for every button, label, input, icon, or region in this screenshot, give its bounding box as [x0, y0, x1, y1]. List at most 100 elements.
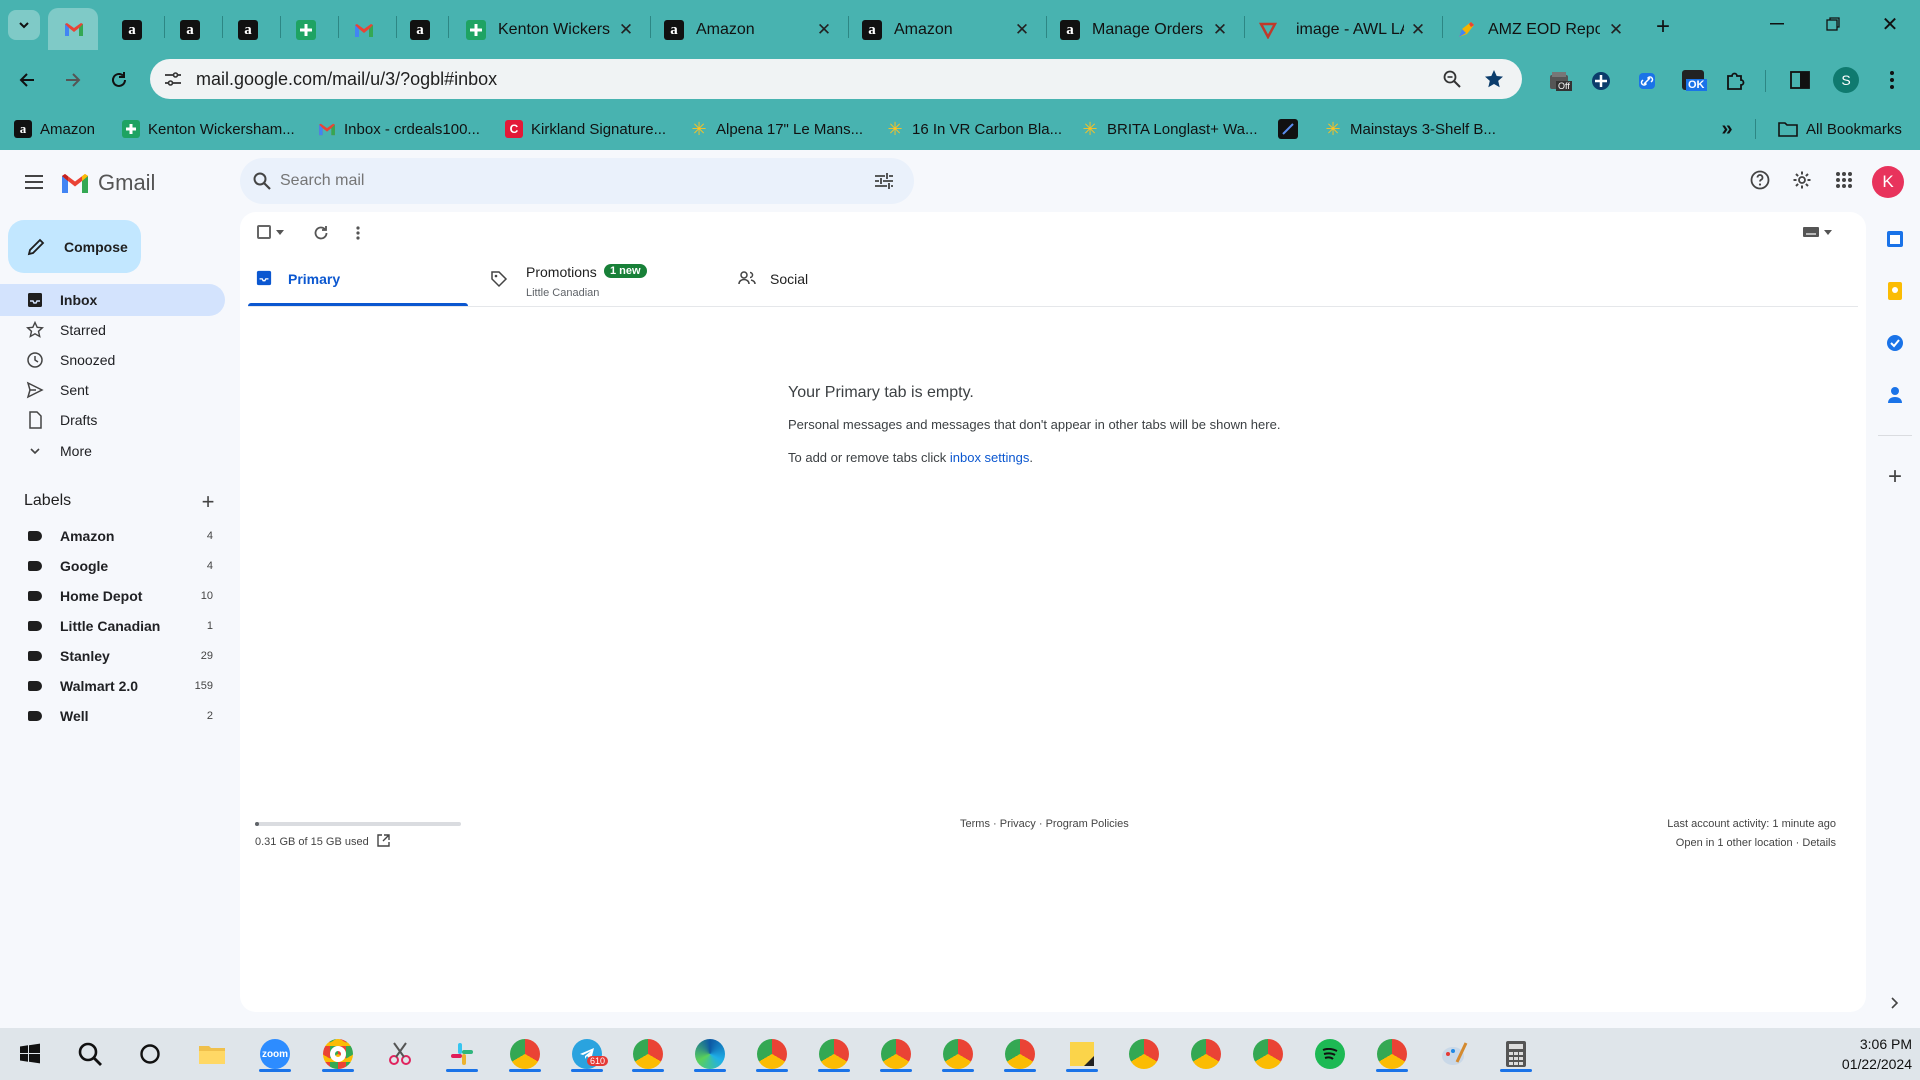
restore-icon[interactable]: [1818, 12, 1848, 36]
label-little-canadian[interactable]: Little Canadian 1: [0, 611, 225, 641]
tab-amazon-b[interactable]: a Amazon ✕: [854, 10, 1044, 50]
chrome-profile-icon-7[interactable]: [1000, 1036, 1040, 1072]
support-icon[interactable]: [1746, 166, 1774, 194]
bookmark-vr-carbon[interactable]: ✳ 16 In VR Carbon Bla...: [886, 117, 1062, 141]
bookmark-mainstays[interactable]: ✳ Mainstays 3-Shelf B...: [1324, 117, 1495, 141]
chrome-profile-icon[interactable]: [505, 1036, 545, 1072]
slack-icon[interactable]: [442, 1036, 482, 1072]
taskbar-clock[interactable]: 3:06 PM 01/22/2024: [1842, 1034, 1912, 1074]
hide-side-panel-icon[interactable]: [1884, 992, 1906, 1014]
tab-search-dropdown-icon[interactable]: [8, 10, 40, 40]
tab-promotions[interactable]: Promotions 1 new Little Canadian: [476, 250, 716, 306]
calculator-icon[interactable]: [1496, 1036, 1536, 1072]
tab-manage-orders[interactable]: a Manage Orders ✕: [1052, 10, 1242, 50]
chrome-profile-icon-5[interactable]: [876, 1036, 916, 1072]
back-icon[interactable]: [12, 66, 42, 94]
label-walmart[interactable]: Walmart 2.0 159: [0, 671, 225, 701]
compose-button[interactable]: Compose: [8, 220, 141, 273]
apps-grid-icon[interactable]: [1830, 166, 1858, 194]
nav-drafts[interactable]: Drafts: [0, 404, 225, 436]
tab-gmail-2[interactable]: [354, 10, 374, 50]
cortana-icon[interactable]: [130, 1036, 170, 1072]
bookmark-brita[interactable]: ✳ BRITA Longlast+ Wa...: [1081, 117, 1257, 141]
telegram-icon[interactable]: 610: [567, 1036, 609, 1072]
nav-snoozed[interactable]: Snoozed: [0, 344, 225, 376]
sticky-notes-icon[interactable]: [1062, 1036, 1102, 1072]
file-explorer-icon[interactable]: [192, 1036, 232, 1072]
add-label-icon[interactable]: +: [196, 489, 220, 514]
nav-starred[interactable]: Starred: [0, 314, 225, 346]
privacy-link[interactable]: Privacy: [1000, 818, 1036, 830]
select-dropdown-icon[interactable]: [275, 226, 285, 238]
label-amazon[interactable]: Amazon 4: [0, 521, 225, 551]
spotify-icon[interactable]: [1310, 1036, 1350, 1072]
chrome-profile-icon-6[interactable]: [938, 1036, 978, 1072]
nav-sent[interactable]: Sent: [0, 374, 225, 406]
select-all-checkbox[interactable]: [257, 225, 271, 239]
main-menu-icon[interactable]: [18, 166, 50, 198]
chrome-profile-icon-2[interactable]: [628, 1036, 668, 1072]
chrome-profile-icon-3[interactable]: [752, 1036, 792, 1072]
label-home-depot[interactable]: Home Depot 10: [0, 581, 225, 611]
bookmark-star-icon[interactable]: [1482, 67, 1506, 91]
tab-gmail-active[interactable]: [48, 8, 98, 50]
bookmark-amazon[interactable]: a Amazon: [14, 117, 95, 141]
site-info-icon[interactable]: [162, 69, 184, 89]
bookmarks-overflow-icon[interactable]: »: [1716, 118, 1738, 140]
label-stanley[interactable]: Stanley 29: [0, 641, 225, 671]
label-google[interactable]: Google 4: [0, 551, 225, 581]
chrome-profile-icon-4[interactable]: [814, 1036, 854, 1072]
details-link[interactable]: Details: [1802, 837, 1836, 849]
tab-amazon-3[interactable]: a: [238, 10, 258, 50]
snipping-tool-icon[interactable]: [380, 1036, 420, 1072]
tab-kenton[interactable]: Kenton Wickersh ✕: [458, 10, 648, 50]
close-tab-icon[interactable]: ✕: [1210, 20, 1230, 40]
tab-primary[interactable]: Primary: [248, 250, 468, 306]
tab-sheets-1[interactable]: [296, 10, 316, 50]
tab-amz-eod[interactable]: AMZ EOD Repor ✕: [1448, 10, 1638, 50]
chrome-profile-icon-10[interactable]: [1248, 1036, 1288, 1072]
paint-icon[interactable]: [1434, 1036, 1474, 1072]
tab-awl-image[interactable]: image - AWL LA ✕: [1250, 10, 1440, 50]
chrome-icon[interactable]: [318, 1036, 358, 1072]
search-bar[interactable]: [240, 158, 914, 204]
side-panel-icon[interactable]: [1786, 66, 1814, 94]
nav-inbox[interactable]: Inbox: [0, 284, 225, 316]
bookmark-alpena[interactable]: ✳ Alpena 17" Le Mans...: [690, 117, 863, 141]
bookmark-kirkland[interactable]: C Kirkland Signature...: [505, 117, 666, 141]
bookmark-inbox[interactable]: Inbox - crdeals100...: [318, 117, 480, 141]
browser-menu-icon[interactable]: [1882, 66, 1902, 94]
tab-social[interactable]: Social: [724, 250, 944, 306]
extensions-puzzle-icon[interactable]: [1722, 66, 1750, 94]
chrome-profile-icon-11[interactable]: [1372, 1036, 1412, 1072]
refresh-icon[interactable]: [310, 222, 332, 244]
search-options-icon[interactable]: [872, 169, 896, 193]
extension-off-icon[interactable]: Off: [1546, 67, 1574, 95]
tab-amazon-2[interactable]: a: [180, 10, 200, 50]
contacts-icon[interactable]: [1882, 382, 1908, 408]
close-tab-icon[interactable]: ✕: [1408, 20, 1428, 40]
search-input[interactable]: [280, 169, 840, 193]
zoom-icon[interactable]: [1440, 67, 1464, 91]
label-well[interactable]: Well 2: [0, 701, 225, 731]
calendar-icon[interactable]: [1882, 226, 1908, 252]
minimize-icon[interactable]: [1762, 12, 1792, 36]
extension-hub-icon[interactable]: [1588, 68, 1614, 94]
zoom-app-icon[interactable]: zoom: [255, 1036, 295, 1072]
account-avatar[interactable]: K: [1872, 166, 1904, 198]
chrome-profile-icon-8[interactable]: [1124, 1036, 1164, 1072]
open-storage-icon[interactable]: [375, 832, 391, 848]
terms-link[interactable]: Terms: [960, 818, 990, 830]
start-button[interactable]: [10, 1036, 50, 1072]
edge-icon[interactable]: [690, 1036, 730, 1072]
settings-gear-icon[interactable]: [1788, 166, 1816, 194]
gmail-logo[interactable]: Gmail: [60, 168, 155, 198]
extension-link-icon[interactable]: [1634, 68, 1660, 94]
nav-more[interactable]: More: [0, 435, 225, 467]
chrome-profile-icon-9[interactable]: [1186, 1036, 1226, 1072]
all-bookmarks[interactable]: All Bookmarks: [1778, 117, 1902, 141]
keep-icon[interactable]: [1882, 278, 1908, 304]
inbox-settings-link[interactable]: inbox settings: [950, 450, 1030, 465]
bookmark-kenton[interactable]: Kenton Wickersham...: [122, 117, 295, 141]
tab-amazon-a[interactable]: a Amazon ✕: [656, 10, 846, 50]
